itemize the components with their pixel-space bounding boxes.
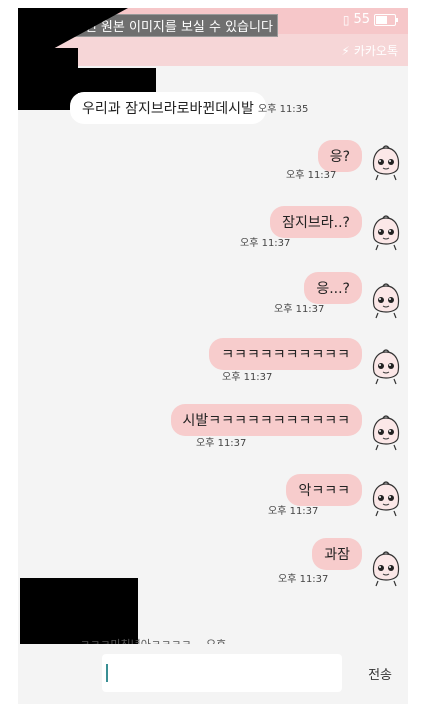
message-bubble-outgoing[interactable]: ㅋㅋㅋㅋㅋㅋㅋㅋㅋㅋ [209, 338, 362, 370]
apeach-icon[interactable] [366, 548, 406, 588]
partial-message-time: 오후 11:38 [206, 636, 256, 644]
chat-screen: ▯ 55 ⚡ 카카오톡 클릭하시면 원본 이미지를 보실 수 있습니다 우리과 … [18, 8, 408, 704]
apeach-icon[interactable] [366, 280, 406, 320]
lightning-icon: ⚡ [341, 43, 350, 58]
input-bar: 전송 [18, 644, 408, 704]
message-time: 오후 11:37 [286, 170, 337, 181]
message-time: 오후 11:37 [240, 238, 291, 249]
message-row: 우리과 잠지브라로바뀐데시발 [70, 92, 266, 124]
text-caret [106, 664, 108, 682]
message-time: 오후 11:37 [274, 304, 325, 315]
message-time: 오후 11:35 [258, 104, 309, 115]
redaction-sender-name-2 [18, 68, 156, 93]
message-bubble-outgoing[interactable]: 과잠 [312, 538, 362, 570]
message-bubble-incoming[interactable]: 우리과 잠지브라로바뀐데시발 [70, 92, 266, 124]
apeach-icon[interactable] [366, 412, 406, 452]
send-button[interactable]: 전송 [368, 664, 392, 683]
battery-percent: 55 [353, 12, 370, 27]
partial-message-text: ㅋㅋㅋ미친년아ㅋㅋㅋㅋㅋ [80, 636, 200, 644]
status-icons: ▯ 55 [342, 12, 398, 27]
apeach-icon[interactable] [366, 346, 406, 386]
brand-label: 카카오톡 [353, 44, 398, 58]
message-time: 오후 11:37 [196, 438, 247, 449]
brand-mark: ⚡ 카카오톡 [341, 42, 398, 59]
apeach-icon[interactable] [366, 142, 406, 182]
apeach-icon[interactable] [366, 212, 406, 252]
message-bubble-outgoing[interactable]: 시발ㅋㅋㅋㅋㅋㅋㅋㅋㅋㅋㅋ [170, 404, 362, 436]
battery-icon [374, 13, 398, 26]
message-time: 오후 11:37 [222, 372, 273, 383]
message-time: 오후 11:37 [278, 574, 329, 585]
message-input[interactable] [102, 654, 342, 692]
vibrate-icon: ▯ [342, 12, 350, 27]
message-time: 오후 11:37 [268, 506, 319, 517]
apeach-icon[interactable] [366, 478, 406, 518]
